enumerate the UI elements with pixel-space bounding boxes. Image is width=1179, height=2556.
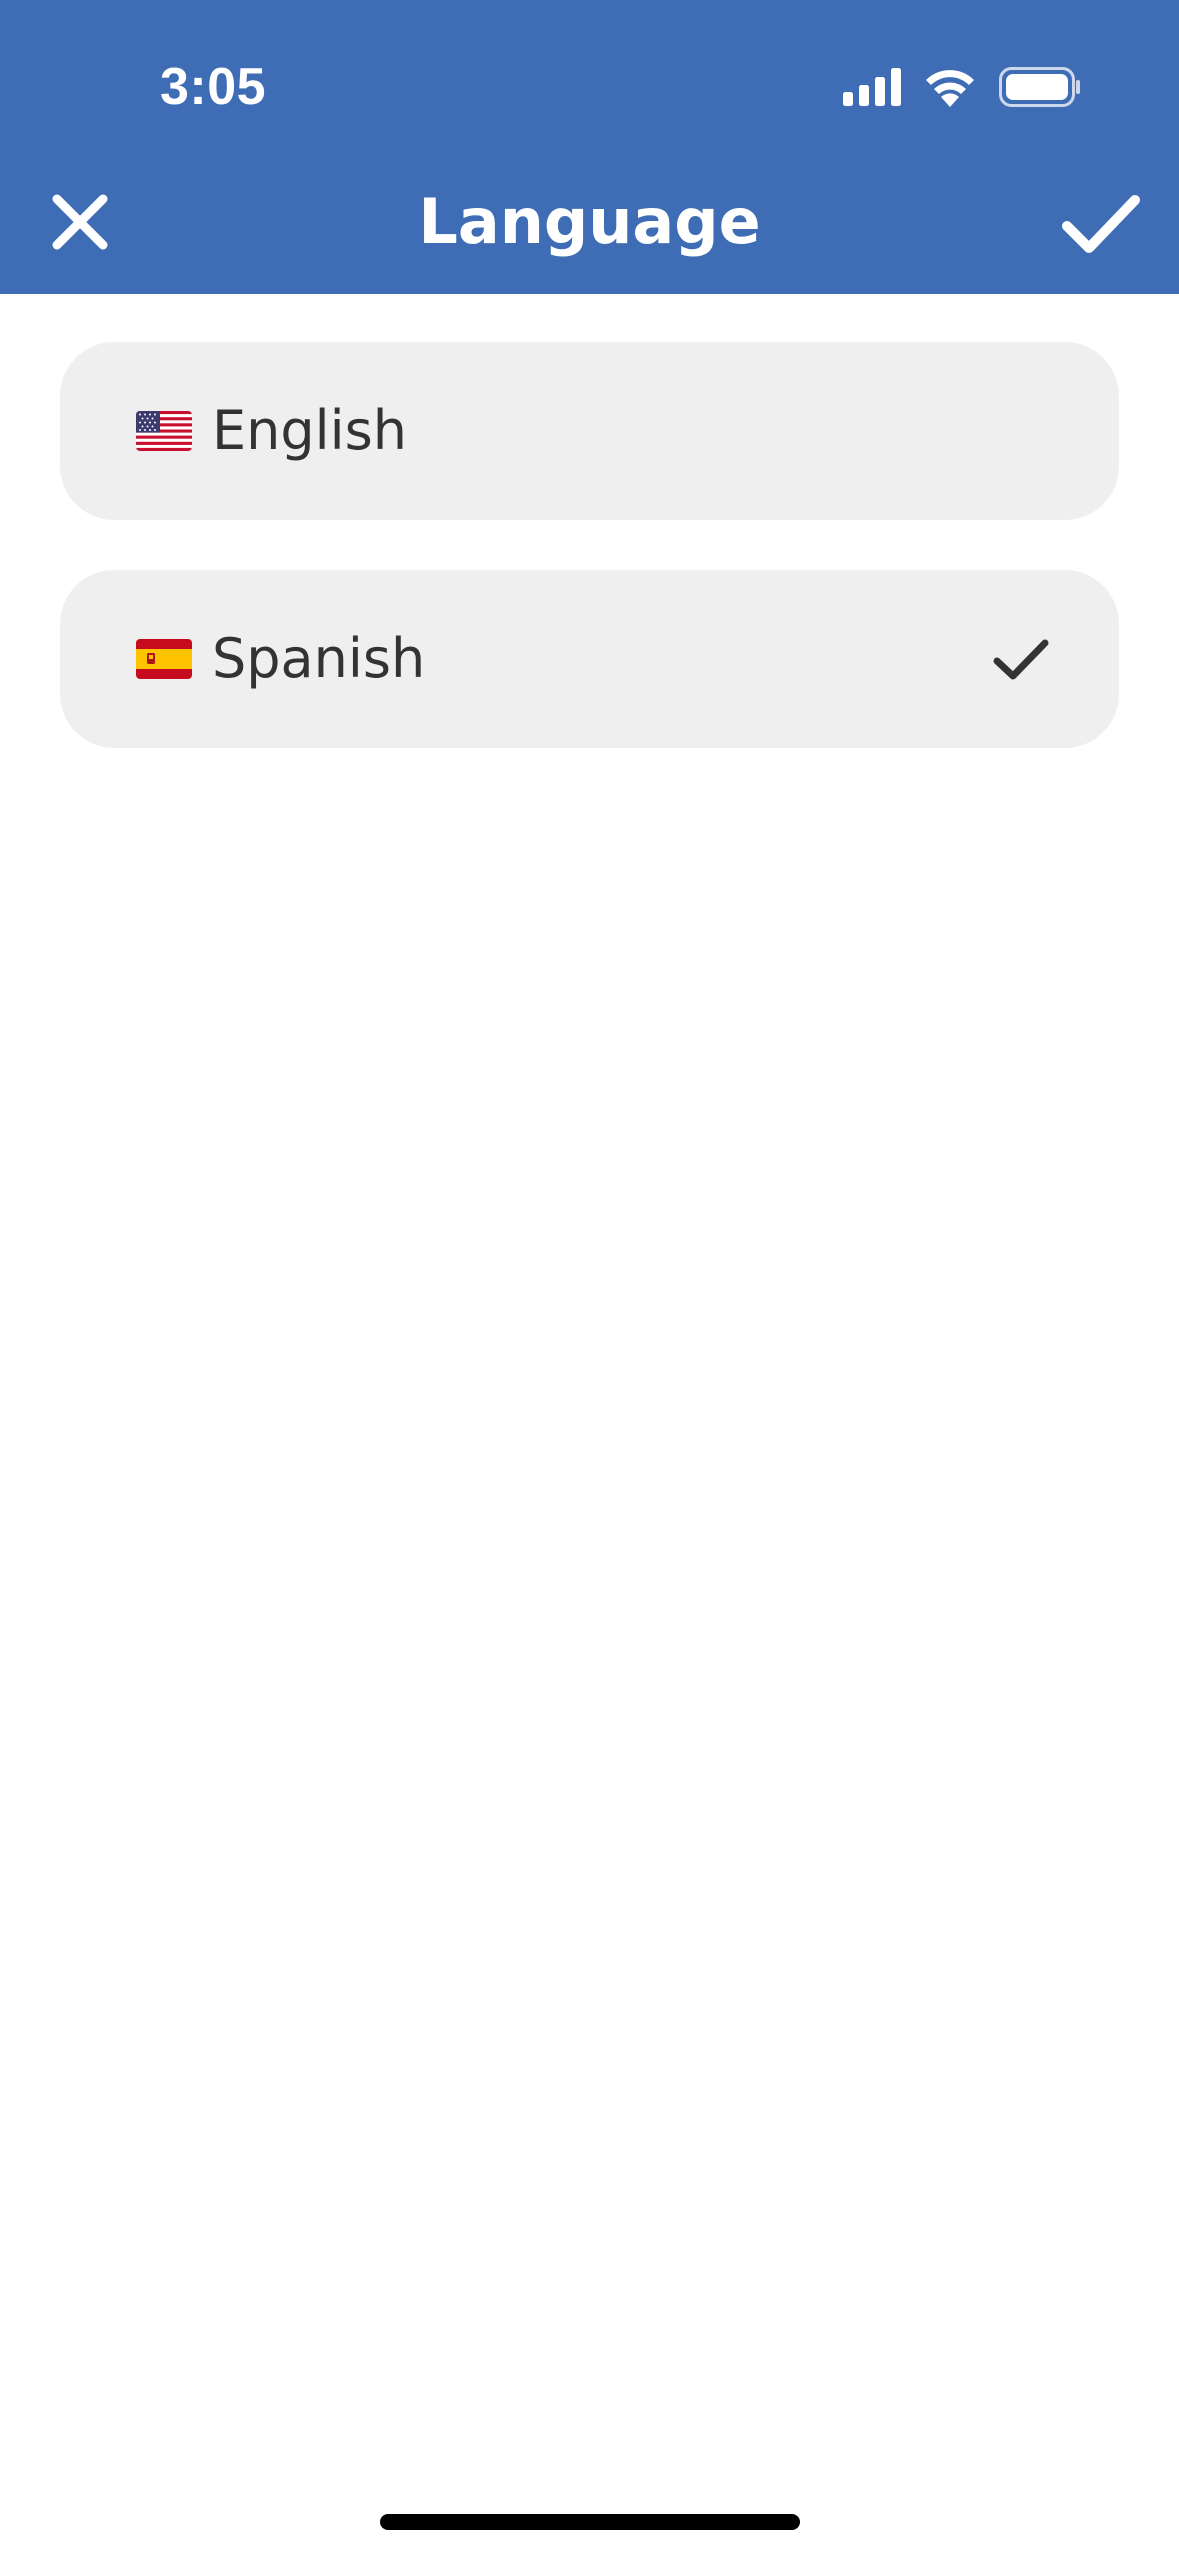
spain-flag-icon	[136, 639, 192, 679]
confirm-button[interactable]	[1053, 182, 1149, 266]
checkmark-icon	[1062, 195, 1140, 253]
status-time: 3:05	[160, 58, 267, 116]
us-flag-icon	[136, 411, 192, 451]
app-header: 3:05 Language	[0, 0, 1179, 294]
language-option-spanish[interactable]: Spanish	[60, 570, 1119, 748]
battery-icon	[999, 67, 1080, 107]
page-title: Language	[418, 185, 761, 258]
status-icons	[843, 64, 1081, 110]
language-label: English	[212, 399, 407, 462]
selected-checkmark-icon	[993, 639, 1049, 680]
language-label: Spanish	[212, 627, 426, 690]
home-indicator	[380, 2514, 800, 2530]
wifi-icon	[926, 70, 974, 107]
cellular-signal-icon	[843, 68, 901, 106]
language-option-english[interactable]: English	[60, 342, 1119, 520]
language-list: English Spanish	[60, 342, 1119, 798]
